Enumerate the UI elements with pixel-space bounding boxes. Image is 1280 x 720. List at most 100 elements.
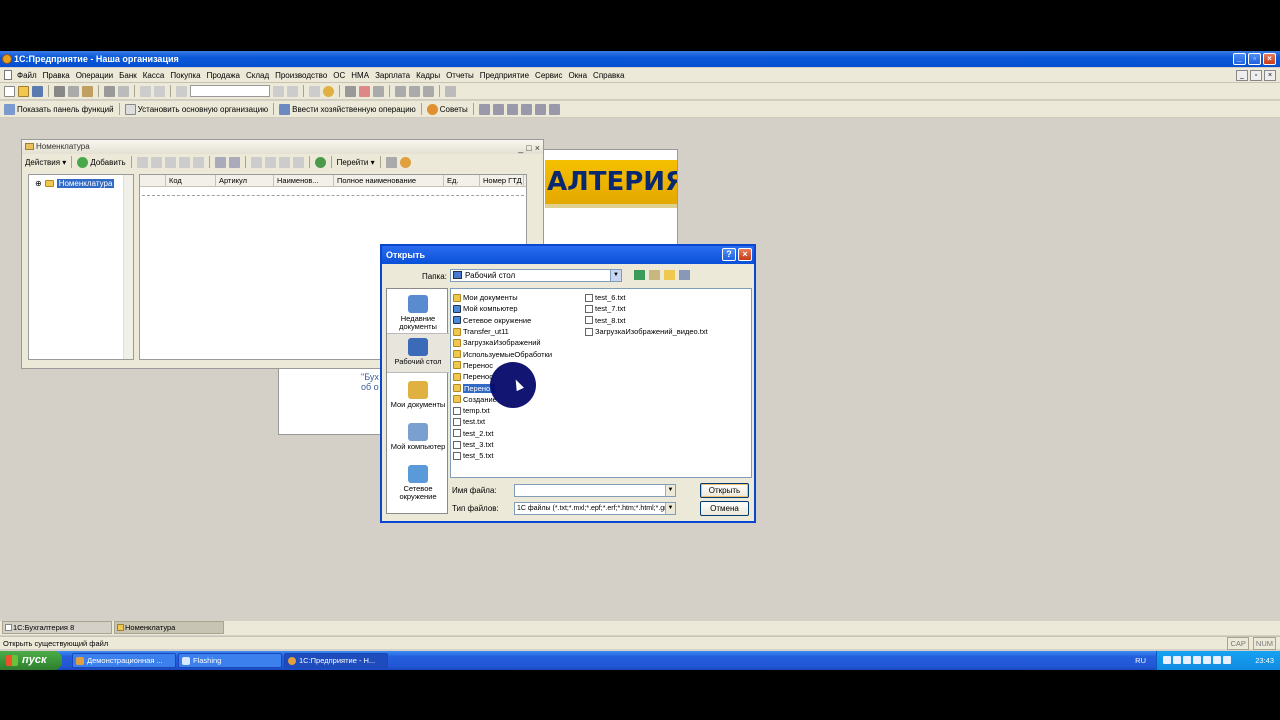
close-button[interactable]: × xyxy=(1263,53,1276,65)
card-icon[interactable] xyxy=(548,103,560,115)
place-my-computer[interactable]: Мой компьютер xyxy=(387,419,449,459)
file-item[interactable]: Сетевое окружение xyxy=(453,315,552,326)
file-item[interactable]: Transfer_ut11 xyxy=(453,326,552,337)
cancel-button[interactable]: Отмена xyxy=(700,501,749,516)
delete-icon[interactable] xyxy=(178,156,190,168)
chevron-down-icon[interactable]: ▼ xyxy=(610,270,621,281)
file-item[interactable]: test_5.txt xyxy=(453,450,552,461)
list-settings-icon[interactable] xyxy=(385,156,397,168)
calc-icon[interactable] xyxy=(309,85,320,97)
tab-buh8[interactable]: 1С:Бухгалтерия 8 xyxy=(2,621,112,634)
menu-item[interactable]: НМА xyxy=(348,68,372,83)
start-button[interactable]: пуск xyxy=(0,651,62,670)
file-type-select[interactable]: 1С файлы (*.txt;*.mxl;*.epf;*.erf;*.htm;… xyxy=(514,502,676,515)
report-icon[interactable] xyxy=(520,103,532,115)
place-desktop[interactable]: Рабочий стол xyxy=(387,333,449,373)
menu-item[interactable]: Справка xyxy=(590,68,627,83)
column-header[interactable]: Полное наименование xyxy=(334,175,444,186)
tray-icon[interactable] xyxy=(1203,656,1211,664)
tray-icon[interactable] xyxy=(1173,656,1181,664)
task-flashing[interactable]: Flashing xyxy=(178,653,282,668)
filter-icon[interactable] xyxy=(250,156,262,168)
memory-mminus-icon[interactable] xyxy=(423,85,434,97)
mark-delete-icon[interactable] xyxy=(192,156,204,168)
analysis-icon[interactable] xyxy=(534,103,546,115)
enter-operation-button[interactable]: Ввести хозяйственную операцию xyxy=(279,103,416,115)
task-1c-enterprise[interactable]: 1С:Предприятие - Н... xyxy=(284,653,388,668)
new-folder-icon[interactable] xyxy=(664,270,675,280)
expand-icon[interactable]: ⊕ xyxy=(35,179,42,188)
preview-icon[interactable] xyxy=(118,85,129,97)
cut-icon[interactable] xyxy=(54,85,65,97)
place-my-documents[interactable]: Мои документы xyxy=(387,377,449,417)
tips-button[interactable]: Советы xyxy=(426,103,468,115)
tray-icon[interactable] xyxy=(1193,656,1201,664)
dialog-titlebar[interactable]: Открыть ? × xyxy=(382,246,754,264)
menu-item[interactable]: Предприятие xyxy=(477,68,532,83)
menu-item[interactable]: Файл xyxy=(14,68,40,83)
help-icon[interactable] xyxy=(399,156,411,168)
maximize-button[interactable]: ▫ xyxy=(1248,53,1261,65)
tray-icon[interactable] xyxy=(1163,656,1171,664)
new-doc-icon[interactable] xyxy=(4,85,15,97)
menu-item[interactable]: Окна xyxy=(565,68,590,83)
actions-menu[interactable]: Действия ▾ xyxy=(25,158,66,167)
tab-nomenclature[interactable]: Номенклатура xyxy=(114,621,224,634)
close-icon[interactable]: × xyxy=(535,141,540,155)
open-folder-icon[interactable] xyxy=(18,85,29,97)
minimize-icon[interactable]: _ xyxy=(1236,70,1248,81)
set-main-org-button[interactable]: Установить основную организацию xyxy=(124,103,268,115)
menu-item[interactable]: ОС xyxy=(330,68,348,83)
tree-item-root[interactable]: ⊕ Номенклатура xyxy=(35,179,115,188)
menu-item[interactable]: Покупка xyxy=(167,68,203,83)
column-header[interactable]: Код xyxy=(166,175,216,186)
balance-icon[interactable] xyxy=(506,103,518,115)
file-item[interactable]: ИспользуемыеОбработки xyxy=(453,348,552,359)
find-prev-icon[interactable] xyxy=(287,85,298,97)
print-icon[interactable] xyxy=(104,85,115,97)
menu-item[interactable]: Производство xyxy=(272,68,330,83)
look-in-combo[interactable]: Рабочий стол ▼ xyxy=(450,269,622,282)
file-item[interactable]: test_7.txt xyxy=(585,303,708,314)
menu-item[interactable]: Кадры xyxy=(413,68,443,83)
calendar-icon[interactable] xyxy=(345,85,356,97)
tray-icon[interactable] xyxy=(1213,656,1221,664)
paste-icon[interactable] xyxy=(82,85,93,97)
file-item[interactable]: test_6.txt xyxy=(585,292,708,303)
edit-icon[interactable] xyxy=(164,156,176,168)
chevron-down-icon[interactable]: ▼ xyxy=(665,503,675,514)
chart-of-accounts-icon[interactable] xyxy=(478,103,490,115)
up-folder-icon[interactable] xyxy=(649,270,660,280)
tree-scrollbar[interactable] xyxy=(123,175,133,359)
main-window-titlebar[interactable]: 1С:Предприятие - Наша организация _ ▫ × xyxy=(0,51,1280,67)
view-menu-icon[interactable] xyxy=(679,270,690,280)
dialog-close-button[interactable]: × xyxy=(738,248,752,261)
column-header-icon[interactable] xyxy=(140,175,166,186)
journal-icon[interactable] xyxy=(492,103,504,115)
goto-menu[interactable]: Перейти ▾ xyxy=(337,158,375,167)
place-network[interactable]: Сетевое окружение xyxy=(387,461,449,501)
search-combo[interactable] xyxy=(190,85,270,97)
file-item[interactable]: test.txt xyxy=(453,416,552,427)
file-item[interactable]: ЗагрузкаИзображений xyxy=(453,337,552,348)
column-header[interactable]: Ед. xyxy=(444,175,480,186)
nomenclature-titlebar[interactable]: Номенклатура _ □ × xyxy=(22,140,543,154)
info-icon[interactable] xyxy=(323,85,334,97)
help-icon[interactable] xyxy=(445,85,456,97)
minimize-button[interactable]: _ xyxy=(1233,53,1246,65)
column-header[interactable]: Номер ГТД xyxy=(480,175,524,186)
file-name-input[interactable]: ▼ xyxy=(514,484,676,497)
copy-item-icon[interactable] xyxy=(150,156,162,168)
chevron-down-icon[interactable]: ▼ xyxy=(665,485,675,496)
column-header[interactable]: Наименов... xyxy=(274,175,334,186)
file-item[interactable]: temp.txt xyxy=(453,405,552,416)
table-icon[interactable] xyxy=(359,85,370,97)
clear-filter-icon[interactable] xyxy=(292,156,304,168)
menu-item[interactable]: Отчеты xyxy=(443,68,477,83)
find-next-icon[interactable] xyxy=(273,85,284,97)
tray-icon[interactable] xyxy=(1223,656,1231,664)
back-icon[interactable] xyxy=(634,270,645,280)
menu-item[interactable]: Зарплата xyxy=(372,68,413,83)
menu-item[interactable]: Касса xyxy=(140,68,168,83)
menu-item[interactable]: Продажа xyxy=(204,68,243,83)
